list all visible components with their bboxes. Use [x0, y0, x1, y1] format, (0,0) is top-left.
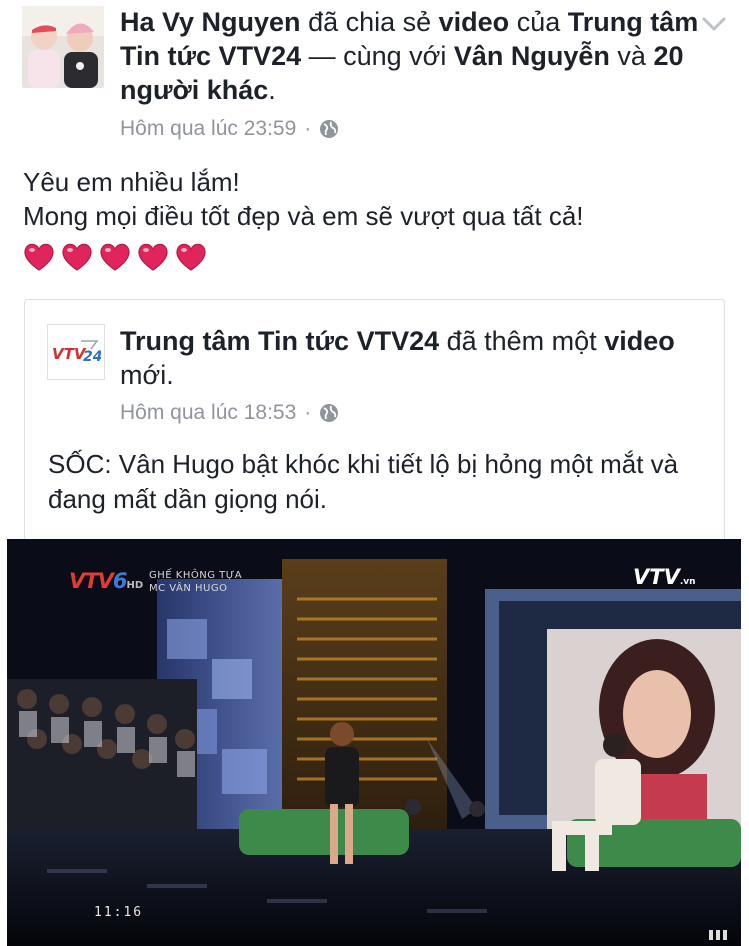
- show-name: GHẾ KHÔNG TỰA: [149, 570, 243, 581]
- chevron-down-icon[interactable]: [698, 10, 730, 38]
- shared-post-text: SỐC: Vân Hugo bật khóc khi tiết lộ bị hỏ…: [48, 449, 679, 514]
- post-body: Yêu em nhiều lắm! Mong mọi điều tốt đẹp …: [23, 165, 584, 233]
- vtv6-logo-6: 6: [112, 569, 128, 593]
- heart-emoji-icon: [176, 243, 206, 271]
- shared-video-link[interactable]: video: [604, 326, 675, 356]
- vtv6-logo-hd: HD: [126, 580, 144, 591]
- author-avatar[interactable]: [22, 6, 104, 88]
- heart-emoji-icon: [62, 243, 92, 271]
- heart-emoji-icon: [138, 243, 168, 271]
- vtv-brand-suffix: .vn: [679, 577, 696, 587]
- video-frame-scene: [7, 539, 741, 946]
- shared-timestamp[interactable]: Hôm qua lúc 18:53: [120, 401, 296, 425]
- shared-page-link[interactable]: Trung tâm Tin tức VTV24: [120, 326, 439, 356]
- vtv-vn-logo: VTV.vn: [633, 565, 696, 589]
- author-name-link[interactable]: Ha Vy Nguyen: [120, 7, 301, 37]
- vtv6-logo-vtv: VTV: [69, 569, 114, 593]
- post-text-line: Yêu em nhiều lắm!: [23, 167, 240, 197]
- show-caption: GHẾ KHÔNG TỰA MC VÂN HUGO: [149, 569, 242, 595]
- vtv24-page-avatar[interactable]: VTV 24: [47, 324, 105, 380]
- meta-separator: ·: [304, 401, 312, 424]
- video-player[interactable]: VTV6HD GHẾ KHÔNG TỰA MC VÂN HUGO VTV.vn …: [7, 539, 741, 946]
- header-verb: đã chia sẻ: [300, 7, 439, 37]
- globe-icon[interactable]: [319, 403, 339, 423]
- header-with: — cùng với: [301, 41, 454, 71]
- shared-end: mới.: [120, 360, 174, 390]
- post-header-text: Ha Vy Nguyen đã chia sẻ video của Trung …: [120, 5, 700, 107]
- video-options-icon[interactable]: [709, 930, 727, 940]
- heart-emoji-icon: [24, 243, 54, 271]
- post-meta: Hôm qua lúc 23:59 ·: [120, 117, 339, 141]
- shared-post-card[interactable]: VTV 24 Trung tâm Tin tức VTV24 đã thêm m…: [24, 299, 725, 550]
- svg-text:VTV: VTV: [52, 345, 87, 363]
- video-timestamp: 11:16: [94, 905, 144, 920]
- shared-post-meta: Hôm qua lúc 18:53 ·: [120, 401, 339, 425]
- tagged-friend-link[interactable]: Vân Nguyễn: [454, 41, 610, 71]
- show-host: MC VÂN HUGO: [149, 583, 228, 594]
- heart-emoji-row: [22, 240, 208, 274]
- shared-verb: đã thêm một: [439, 326, 605, 356]
- vtv6-channel-logo: VTV6HD: [69, 569, 143, 593]
- globe-icon[interactable]: [319, 119, 339, 139]
- header-and: và: [609, 41, 654, 71]
- header-of: của: [509, 7, 568, 37]
- post-text-line: Mong mọi điều tốt đẹp và em sẽ vượt qua …: [23, 201, 584, 231]
- video-link[interactable]: video: [439, 7, 510, 37]
- heart-emoji-icon: [100, 243, 130, 271]
- post-timestamp[interactable]: Hôm qua lúc 23:59: [120, 117, 296, 141]
- vtv-brand: VTV: [633, 565, 680, 589]
- shared-post-header: Trung tâm Tin tức VTV24 đã thêm một vide…: [120, 324, 680, 392]
- header-end: .: [268, 75, 276, 105]
- meta-separator: ·: [304, 117, 312, 140]
- svg-text:24: 24: [83, 349, 101, 365]
